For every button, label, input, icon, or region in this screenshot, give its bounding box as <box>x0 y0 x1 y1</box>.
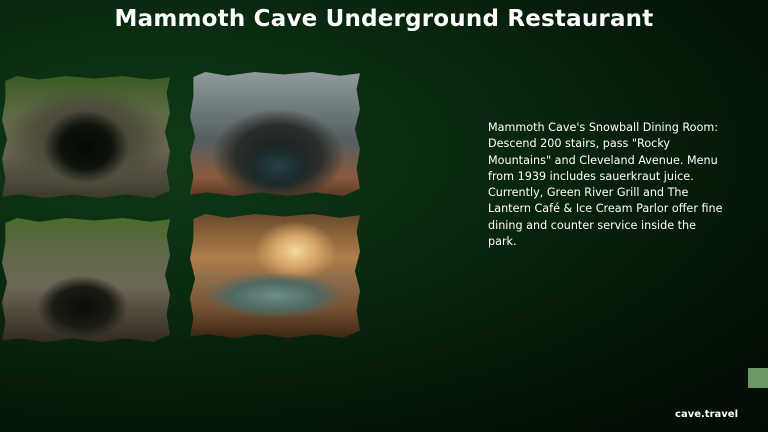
corner-accent-block <box>748 368 768 388</box>
cave-sinkhole-photo <box>2 76 170 198</box>
lit-cave-lake-photo <box>190 214 360 338</box>
description-text: Mammoth Cave's Snowball Dining Room: Des… <box>488 121 723 249</box>
cave-entrance-arch-photo <box>190 72 360 196</box>
cave-gorge-photo <box>2 218 170 342</box>
footer-source: cave.travel <box>675 409 738 420</box>
page-title: Mammoth Cave Underground Restaurant <box>114 6 654 32</box>
